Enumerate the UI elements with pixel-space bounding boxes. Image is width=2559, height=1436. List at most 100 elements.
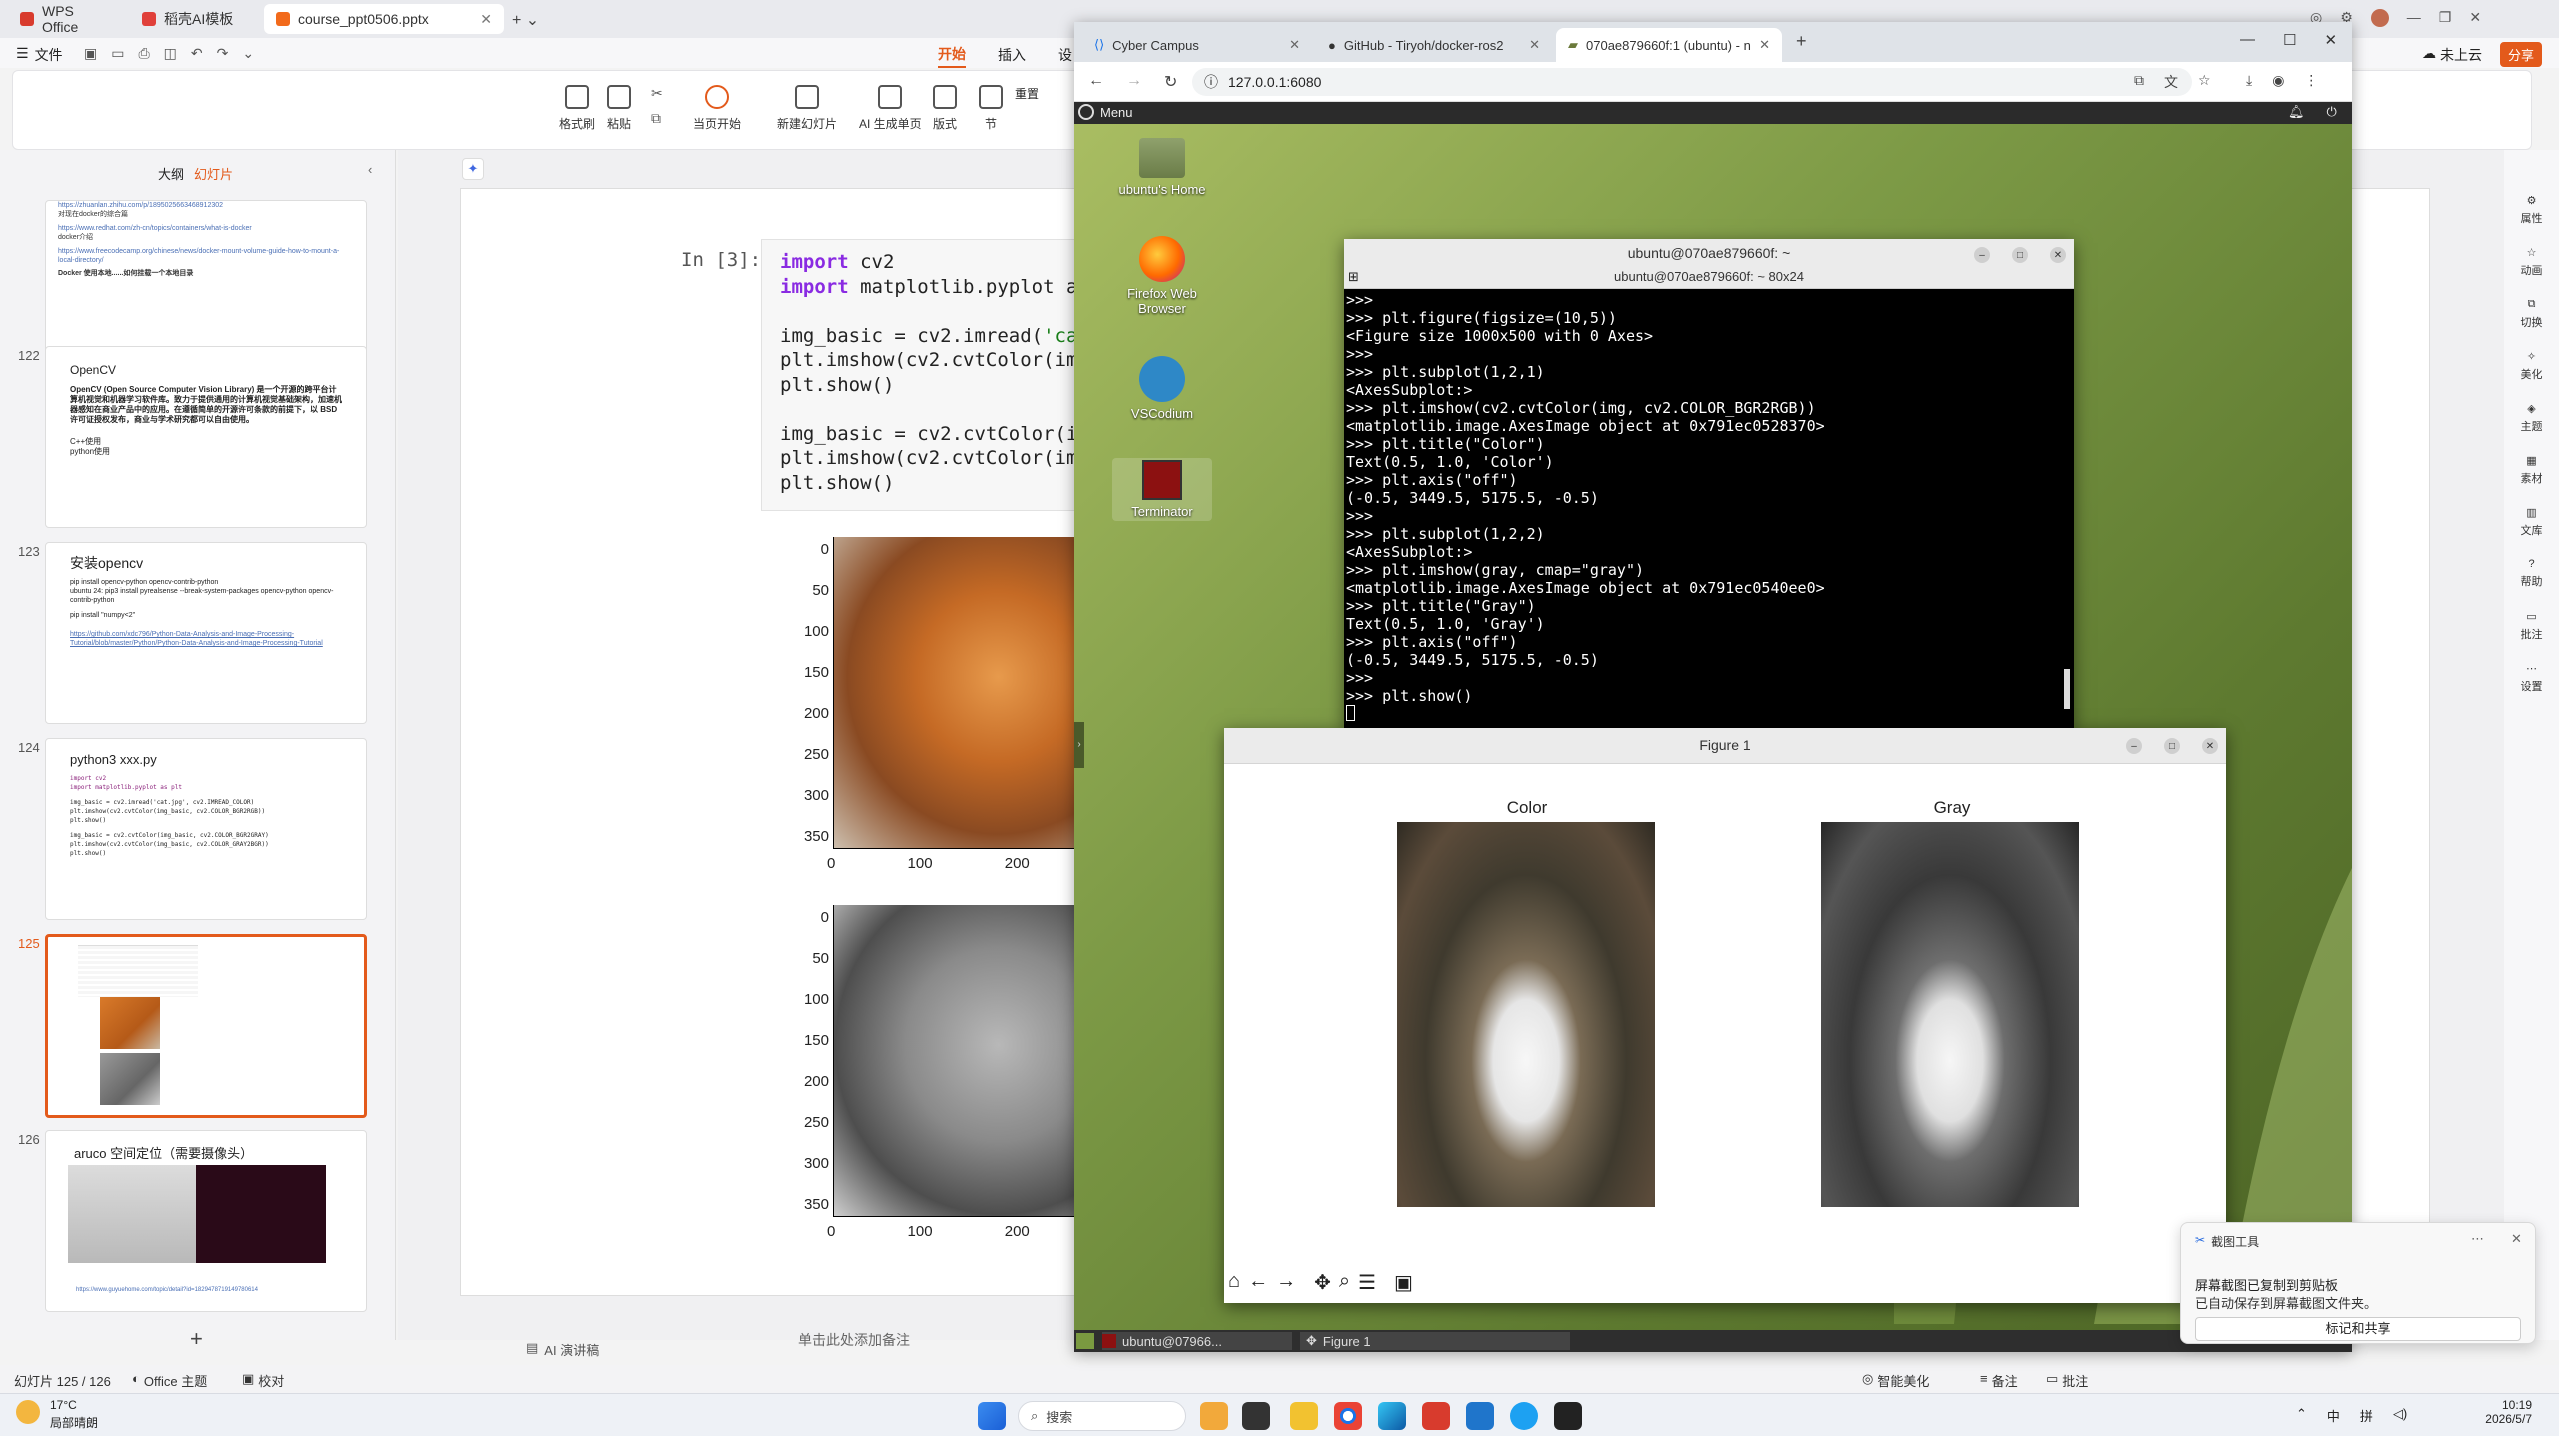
undo-icon[interactable]: ↶ — [191, 45, 203, 62]
tab-design[interactable]: 设 — [1058, 45, 1072, 65]
maximize-icon[interactable]: □ — [2012, 247, 2028, 263]
figure-window[interactable]: Figure 1 – □ ✕ Color Gray ⌂ ← → ✥ ⌕ ☰ ▣ — [1224, 728, 2226, 1303]
maximize-icon[interactable]: □ — [2164, 738, 2180, 754]
slide-thumbnail[interactable]: aruco 空间定位（需要摄像头） https://www.guyuehome.… — [45, 1130, 367, 1312]
edge-icon[interactable] — [1378, 1402, 1406, 1430]
notes-placeholder[interactable]: 单击此处添加备注 — [798, 1330, 910, 1350]
minimize-icon[interactable]: — — [2407, 9, 2421, 27]
collapse-panel-icon[interactable]: ‹ — [368, 162, 372, 177]
new-slide-button[interactable]: 新建幻灯片 — [777, 85, 837, 132]
rail-animation[interactable]: ☆ 动画 — [2504, 246, 2559, 278]
taskbar-terminal[interactable]: ubuntu@07966... — [1102, 1332, 1292, 1350]
ai-lecture-button[interactable]: ▤ AI 演讲稿 — [526, 1340, 599, 1359]
novnc-viewport[interactable]: Menu 🔔︎ ⏻ ubuntu's Home Firefox Web Brow… — [1074, 102, 2352, 1352]
tab-start[interactable]: 开始 — [938, 44, 966, 68]
download-icon[interactable]: ⤓ — [2246, 72, 2252, 89]
desktop-menu-button[interactable]: Menu — [1078, 104, 1133, 120]
add-slide-button[interactable]: + — [190, 1326, 203, 1352]
desktop-icon-firefox[interactable]: Firefox Web Browser — [1112, 236, 1212, 316]
chrome-icon[interactable] — [1334, 1402, 1362, 1430]
file-menu[interactable]: ☰ 文件 — [16, 45, 63, 65]
task-view-icon[interactable] — [1242, 1402, 1270, 1430]
redo-icon[interactable]: ↷ — [217, 45, 229, 62]
share-button[interactable]: 分享 — [2500, 42, 2543, 67]
save-icon[interactable]: ▣ — [84, 45, 97, 62]
tab-wps-office[interactable]: WPS Office — [8, 3, 126, 35]
copy-icon[interactable]: ⧉ — [2134, 72, 2144, 92]
slide-thumbnail[interactable]: OpenCV OpenCV (Open Source Computer Visi… — [45, 346, 367, 528]
reset-button[interactable]: 重置 — [1015, 85, 1039, 102]
markup-share-button[interactable]: 标记和共享 — [2195, 1317, 2521, 1341]
close-icon[interactable]: ✕ — [1529, 37, 1540, 53]
section-button[interactable]: 节 — [979, 85, 1003, 132]
paste-button[interactable]: 粘贴 — [607, 85, 631, 132]
close-icon[interactable]: ✕ — [2469, 9, 2481, 27]
bell-icon[interactable]: 🔔︎ — [2288, 104, 2305, 120]
tab-github[interactable]: ● GitHub - Tiryoh/docker-ros2 ✕ — [1316, 28, 1552, 62]
desktop-icon-home[interactable]: ubuntu's Home — [1112, 138, 1212, 197]
rail-comments[interactable]: ▭ 批注 — [2504, 610, 2559, 642]
desktop-show-icon[interactable] — [1076, 1333, 1094, 1349]
close-icon[interactable]: ✕ — [2202, 738, 2218, 754]
forward-icon[interactable]: → — [1126, 72, 1142, 92]
desktop-icon-terminator[interactable]: Terminator — [1112, 458, 1212, 521]
format-painter-button[interactable]: 格式刷 — [559, 85, 595, 132]
terminal-scrollbar[interactable] — [2064, 669, 2070, 709]
theme-indicator[interactable]: ◐ Office 主题 — [132, 1371, 207, 1390]
comments-toggle[interactable]: ▭ 批注 — [2046, 1371, 2088, 1390]
terminal-icon[interactable] — [1554, 1402, 1582, 1430]
ime-indicator[interactable]: 中 — [2327, 1406, 2340, 1425]
rail-settings[interactable]: ⋯ 设置 — [2504, 662, 2559, 694]
maximize-icon[interactable]: ☐ — [2283, 31, 2296, 49]
proofread-button[interactable]: ▣ 校对 — [242, 1371, 284, 1390]
close-icon[interactable]: ✕ — [2511, 1231, 2522, 1247]
kebab-menu-icon[interactable]: ⋮ — [2304, 72, 2318, 89]
print-preview-icon[interactable]: ◫ — [164, 45, 177, 62]
start-from-current-button[interactable]: 当页开始 — [693, 85, 741, 132]
minimize-icon[interactable]: – — [1974, 247, 1990, 263]
slide-thumbnail[interactable]: python3 xxx.py import cv2 import matplot… — [45, 738, 367, 920]
copy-icon[interactable]: ⧉ — [651, 110, 663, 127]
zoom-icon[interactable]: ⌕ — [1339, 1270, 1350, 1295]
terminal-output[interactable]: >>> >>> plt.figure(figsize=(10,5)) <Figure… — [1346, 291, 2072, 727]
tab-outline[interactable]: 大纲 — [158, 164, 184, 183]
rail-transition[interactable]: ⧉ 切换 — [2504, 298, 2559, 330]
power-icon[interactable]: ⏻ — [2327, 104, 2337, 120]
rail-beautify[interactable]: ✧ 美化 — [2504, 350, 2559, 382]
search-box[interactable]: ⌕ 搜索 — [1018, 1401, 1186, 1431]
reload-icon[interactable]: ↻ — [1164, 72, 1177, 92]
forward-icon[interactable]: → — [1276, 1270, 1296, 1295]
terminal-menu-icon[interactable]: ⊞ — [1348, 269, 1359, 285]
novnc-sidebar-handle[interactable]: › — [1074, 722, 1084, 768]
vscode-icon[interactable] — [1466, 1402, 1494, 1430]
more-icon[interactable]: ⋯ — [2471, 1231, 2484, 1247]
rail-assets[interactable]: ▦ 素材 — [2504, 454, 2559, 486]
ai-assist-icon[interactable]: ✦ — [462, 158, 484, 180]
terminal-window[interactable]: ubuntu@070ae879660f: ~ ubuntu@070ae87966… — [1344, 239, 2074, 729]
ime-mode[interactable]: 拼 — [2360, 1406, 2373, 1425]
cut-icon[interactable]: ✂ — [651, 85, 663, 102]
notes-toggle[interactable]: ≡ 备注 — [1980, 1371, 2018, 1390]
profile-icon[interactable]: ◉ — [2272, 72, 2284, 89]
ai-generate-button[interactable]: AI 生成单页 — [859, 85, 922, 132]
taskbar-figure[interactable]: ✥ Figure 1 — [1300, 1332, 1570, 1350]
volume-icon[interactable]: ◁) — [2393, 1406, 2407, 1425]
configure-subplots-icon[interactable]: ☰ — [1358, 1270, 1376, 1295]
tab-insert[interactable]: 插入 — [998, 45, 1026, 65]
rail-properties[interactable]: ⚙ 属性 — [2504, 194, 2559, 226]
desktop-icon-vscodium[interactable]: VSCodium — [1112, 356, 1212, 421]
new-tab-icon[interactable]: + ⌄ — [512, 10, 539, 30]
cloud-status[interactable]: ☁ 未上云 — [2422, 45, 2482, 65]
slide-thumbnail-selected[interactable] — [45, 934, 367, 1118]
widget-icon[interactable] — [1200, 1402, 1228, 1430]
clock[interactable]: 10:19 2026/5/7 — [2482, 1398, 2532, 1426]
folder-icon[interactable]: ▭ — [111, 45, 124, 62]
back-icon[interactable]: ← — [1248, 1270, 1268, 1295]
minimize-icon[interactable]: — — [2240, 31, 2255, 49]
address-bar[interactable]: ⓘ 127.0.0.1:6080 — [1192, 68, 2192, 96]
tab-course-pptx[interactable]: course_ppt0506.pptx ✕ — [264, 4, 504, 34]
avatar[interactable] — [2370, 9, 2389, 27]
wps-icon[interactable] — [1422, 1402, 1450, 1430]
chevron-up-icon[interactable]: ⌃ — [2296, 1406, 2307, 1425]
tab-slides[interactable]: 幻灯片 — [194, 164, 233, 183]
